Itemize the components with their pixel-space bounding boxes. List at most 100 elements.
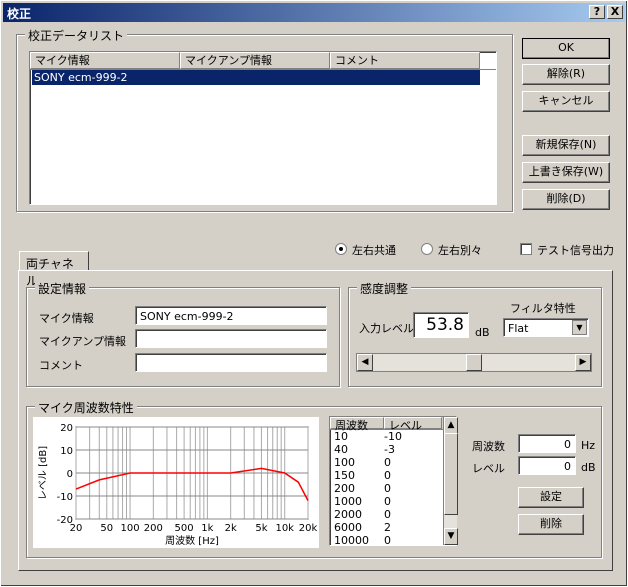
x-tick-label: 1k: [201, 523, 213, 534]
frequency-value: 10000: [334, 534, 369, 546]
frequency-value: 10: [334, 430, 348, 443]
x-tick-label: 20: [70, 523, 83, 534]
radio-separate-label: 左右別々: [438, 244, 482, 257]
y-axis-title: レベル [dB]: [37, 446, 49, 500]
level-value: 0: [384, 495, 391, 508]
level-label: レベル: [472, 462, 505, 475]
radio-common-label: 左右共通: [352, 244, 396, 257]
slider-left-arrow[interactable]: ◀: [357, 354, 373, 371]
level-value: 0: [384, 456, 391, 469]
frequency-label: 周波数: [472, 440, 505, 453]
scroll-down-arrow[interactable]: ▼: [444, 528, 458, 545]
x-tick-label: 100: [121, 523, 140, 534]
release-button[interactable]: 解除(R): [522, 64, 610, 85]
frequency-field[interactable]: 0: [518, 434, 576, 453]
y-tick-label: 0: [67, 469, 73, 480]
overwrite-button[interactable]: 上書き保存(W): [522, 162, 610, 183]
level-value: -3: [384, 443, 395, 456]
list-item[interactable]: 40 -3: [330, 443, 456, 456]
filter-select[interactable]: Flat ▼: [503, 318, 589, 337]
frequency-value: 200: [334, 482, 355, 495]
freq-header[interactable]: 周波数: [330, 417, 384, 432]
level-value: 2: [384, 521, 391, 534]
filter-value: Flat: [508, 322, 529, 335]
level-header[interactable]: レベル: [384, 417, 442, 432]
x-tick-label: 200: [144, 523, 163, 534]
list-item[interactable]: 6000 2: [330, 521, 456, 534]
title-bar[interactable]: 校正 ? X: [3, 3, 625, 22]
list-item[interactable]: 100 0: [330, 456, 456, 469]
radio-common[interactable]: [335, 243, 347, 255]
cancel-button[interactable]: キャンセル: [522, 91, 610, 112]
calibration-dialog: 校正 ? X 校正データリスト マイク情報 マイクアンプ情報 コメント SONY…: [0, 0, 628, 587]
help-button[interactable]: ?: [589, 5, 605, 19]
test-signal-checkbox[interactable]: [520, 243, 532, 255]
tab-both-channels[interactable]: 両チャネル: [19, 251, 89, 288]
level-value: 0: [384, 508, 391, 521]
chevron-down-icon[interactable]: ▼: [572, 320, 587, 335]
delete-point-button[interactable]: 削除: [518, 514, 584, 535]
list-item[interactable]: 10 -10: [330, 430, 456, 443]
level-value: 0: [384, 534, 391, 546]
hz-unit: Hz: [581, 439, 596, 452]
setting-button[interactable]: 設定: [518, 487, 584, 508]
sensitivity-slider[interactable]: ◀ ▶: [356, 353, 592, 372]
x-tick-label: 2k: [225, 523, 237, 534]
db-unit: dB: [475, 326, 490, 339]
sensitivity-title: 感度調整: [357, 280, 412, 297]
mic-info-field[interactable]: SONY ecm-999-2: [135, 306, 327, 325]
save-new-button[interactable]: 新規保存(N): [522, 135, 610, 156]
scroll-up-arrow[interactable]: ▲: [444, 417, 458, 434]
list-item[interactable]: 2000 0: [330, 508, 456, 521]
level-value: 0: [384, 482, 391, 495]
row-mic: SONY ecm-999-2: [34, 71, 128, 84]
frequency-value: 40: [334, 443, 348, 456]
slider-right-arrow[interactable]: ▶: [575, 354, 591, 371]
list-item[interactable]: 1000 0: [330, 495, 456, 508]
column-comment[interactable]: コメント: [330, 52, 480, 69]
level-field[interactable]: 0: [518, 456, 576, 475]
radio-separate[interactable]: [421, 243, 433, 255]
frequency-value: 100: [334, 456, 355, 469]
test-signal-label: テスト信号出力: [537, 244, 614, 257]
window-title: 校正: [7, 7, 32, 21]
frequency-response-chart: 20100-10-2020 50 100 200 500 1k 2k 5k 10k 20k周波数 …: [33, 417, 319, 548]
frequency-value: 150: [334, 469, 355, 482]
amp-label: マイクアンプ情報: [39, 335, 127, 348]
x-tick-label: 20k: [299, 523, 318, 534]
list-item[interactable]: 10000 0: [330, 534, 456, 546]
input-level-label: 入力レベル: [359, 322, 414, 335]
amp-info-field[interactable]: [135, 329, 327, 348]
slider-thumb[interactable]: [466, 354, 482, 371]
group-title: 校正データリスト: [25, 27, 128, 44]
level-db-unit: dB: [581, 461, 596, 474]
list-item[interactable]: 150 0: [330, 469, 456, 482]
filter-label: フィルタ特性: [510, 302, 576, 315]
frequency-table-scrollbar[interactable]: ▲ ▼: [443, 417, 458, 545]
x-tick-label: 5k: [255, 523, 267, 534]
list-item[interactable]: 200 0: [330, 482, 456, 495]
column-amp[interactable]: マイクアンプ情報: [180, 52, 330, 69]
close-button[interactable]: X: [607, 5, 623, 19]
y-tick-label: -10: [57, 492, 73, 503]
frequency-table[interactable]: 周波数 レベル 10 -10 40 -3 100 0 150 0 200 0 1000 0 2000 0 6…: [329, 416, 457, 546]
frequency-value: 1000: [334, 495, 362, 508]
calibration-list[interactable]: マイク情報 マイクアンプ情報 コメント SONY ecm-999-2: [29, 51, 497, 205]
y-tick-label: 20: [60, 423, 73, 434]
comment-field[interactable]: [135, 353, 327, 372]
delete-button[interactable]: 削除(D): [522, 189, 610, 210]
x-axis-title: 周波数 [Hz]: [165, 534, 219, 547]
mic-label: マイク情報: [39, 312, 94, 325]
column-mic[interactable]: マイク情報: [30, 52, 180, 69]
settings-title: 設定情報: [35, 280, 90, 297]
scroll-thumb[interactable]: [444, 433, 458, 515]
frequency-value: 2000: [334, 508, 362, 521]
comment-label: コメント: [39, 359, 83, 372]
frequency-title: マイク周波数特性: [35, 399, 137, 416]
list-item[interactable]: SONY ecm-999-2: [32, 70, 480, 85]
x-tick-label: 10k: [275, 523, 294, 534]
list-header: マイク情報 マイクアンプ情報 コメント: [30, 52, 496, 70]
y-tick-label: 10: [60, 446, 73, 457]
level-value: -10: [384, 430, 402, 443]
ok-button[interactable]: OK: [522, 38, 610, 59]
